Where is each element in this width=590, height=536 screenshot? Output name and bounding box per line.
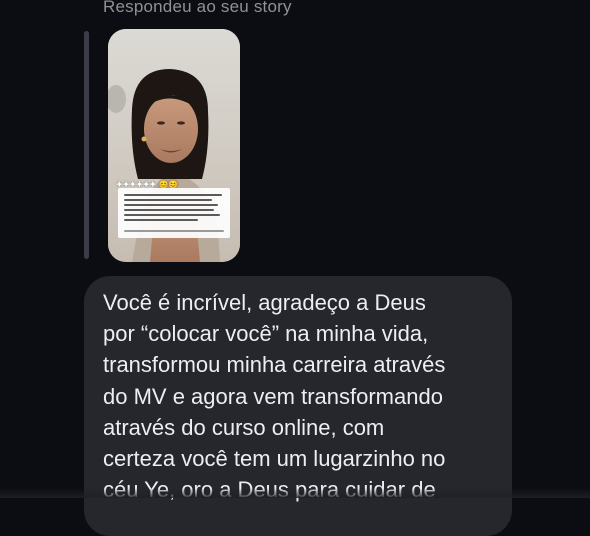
story-quote-bar [84,31,89,259]
story-caption-box [118,188,230,238]
message-text: Você é incrível, agradeço a Deus por “co… [103,290,446,502]
story-thumbnail[interactable]: ✦✦✦✦✦✦ 😊😊 [108,29,240,262]
story-reply-label: Respondeu ao seu story [103,0,292,16]
composer-edge [0,488,590,498]
